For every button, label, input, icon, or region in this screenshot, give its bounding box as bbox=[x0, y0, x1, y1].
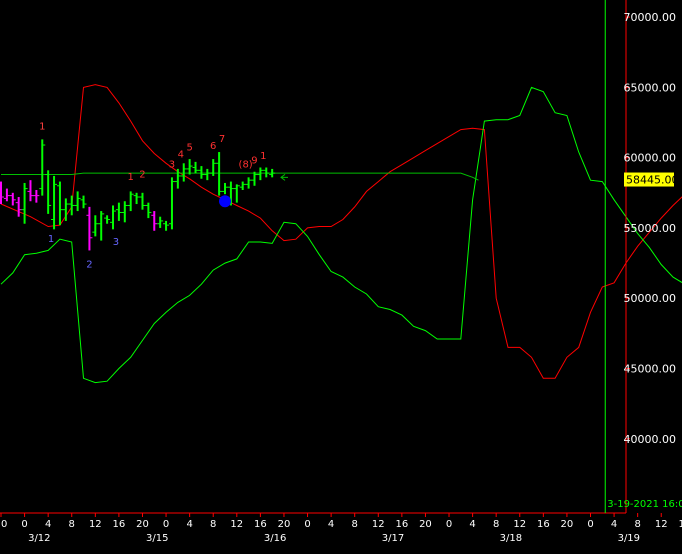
x-hour-label: 0 bbox=[21, 519, 27, 530]
x-hour-label: 4 bbox=[186, 519, 192, 530]
wave-count-label: 7 bbox=[219, 134, 225, 145]
x-hour-label: 20 bbox=[136, 519, 149, 530]
x-hour-label: 12 bbox=[655, 519, 668, 530]
wave-count-label: 4 bbox=[178, 150, 184, 161]
x-date-label: 3/19 bbox=[618, 533, 640, 544]
price-chart[interactable]: 11231 2345 67(8)9 1 70000.0065000.0060000.0… bbox=[0, 0, 682, 554]
y-tick-label: 50000.00 bbox=[624, 292, 677, 305]
x-date-label: 3/18 bbox=[500, 533, 522, 544]
x-hour-label: 4 bbox=[328, 519, 334, 530]
x-hour-label: 0 bbox=[304, 519, 310, 530]
price-label-text: 58445.00 bbox=[626, 174, 679, 187]
y-tick-label: 55000.00 bbox=[624, 222, 677, 235]
cursor-time-label: 3-19-2021 16:00 bbox=[607, 499, 682, 510]
y-tick-label: 40000.00 bbox=[624, 433, 677, 446]
y-tick-label: 65000.00 bbox=[624, 81, 677, 94]
x-hour-label: 0 bbox=[587, 519, 593, 530]
x-date-label: 3/12 bbox=[28, 533, 50, 544]
x-hour-label: 16 bbox=[395, 519, 408, 530]
x-hour-label: 16 bbox=[678, 519, 682, 530]
wave-count-label: 3 bbox=[113, 237, 119, 248]
x-hour-label: 8 bbox=[352, 519, 358, 530]
wave-count-label: 1 bbox=[260, 151, 266, 162]
x-hour-label: 8 bbox=[210, 519, 216, 530]
x-hour-label: 12 bbox=[230, 519, 243, 530]
x-hour-label: 20 bbox=[278, 519, 291, 530]
wave-count-label: 9 bbox=[251, 155, 257, 166]
y-tick-label: 45000.00 bbox=[624, 363, 677, 376]
y-tick-label: 60000.00 bbox=[624, 152, 677, 165]
wave-count-label: 5 bbox=[186, 143, 192, 154]
x-hour-label: 20 bbox=[561, 519, 574, 530]
x-date-label: 3/15 bbox=[146, 533, 168, 544]
x-hour-label: 8 bbox=[69, 519, 75, 530]
x-hour-label: 4 bbox=[611, 519, 617, 530]
x-hour-label: 12 bbox=[372, 519, 385, 530]
y-tick-label: 70000.00 bbox=[624, 11, 677, 24]
current-price-label: 58445.00 bbox=[624, 172, 679, 187]
wave-count-label: 2 bbox=[86, 259, 92, 270]
x-date-label: 3/16 bbox=[264, 533, 286, 544]
chart-background bbox=[0, 0, 682, 554]
wave-count-label: 3 bbox=[169, 160, 175, 171]
x-hour-label: 16 bbox=[537, 519, 550, 530]
signal-dot bbox=[219, 195, 232, 208]
x-hour-label: 12 bbox=[89, 519, 102, 530]
x-hour-label: 20 bbox=[419, 519, 432, 530]
x-date-label: 3/17 bbox=[382, 533, 404, 544]
x-hour-label: 8 bbox=[493, 519, 499, 530]
x-hour-label: 4 bbox=[469, 519, 475, 530]
x-hour-label: 0 bbox=[163, 519, 169, 530]
x-hour-label: 4 bbox=[45, 519, 51, 530]
wave-count-label: 1 bbox=[39, 122, 45, 133]
x-hour-label: 16 bbox=[254, 519, 267, 530]
wave-count-label: 1 bbox=[128, 172, 134, 183]
x-hour-label: 20 bbox=[0, 519, 7, 530]
x-hour-label: 16 bbox=[113, 519, 126, 530]
x-hour-label: 0 bbox=[446, 519, 452, 530]
x-hour-label: 12 bbox=[513, 519, 526, 530]
wave-count-label: 6 bbox=[210, 141, 216, 152]
wave-count-label: 1 bbox=[48, 234, 54, 245]
wave-count-label: 2 bbox=[139, 169, 145, 180]
x-hour-label: 8 bbox=[634, 519, 640, 530]
